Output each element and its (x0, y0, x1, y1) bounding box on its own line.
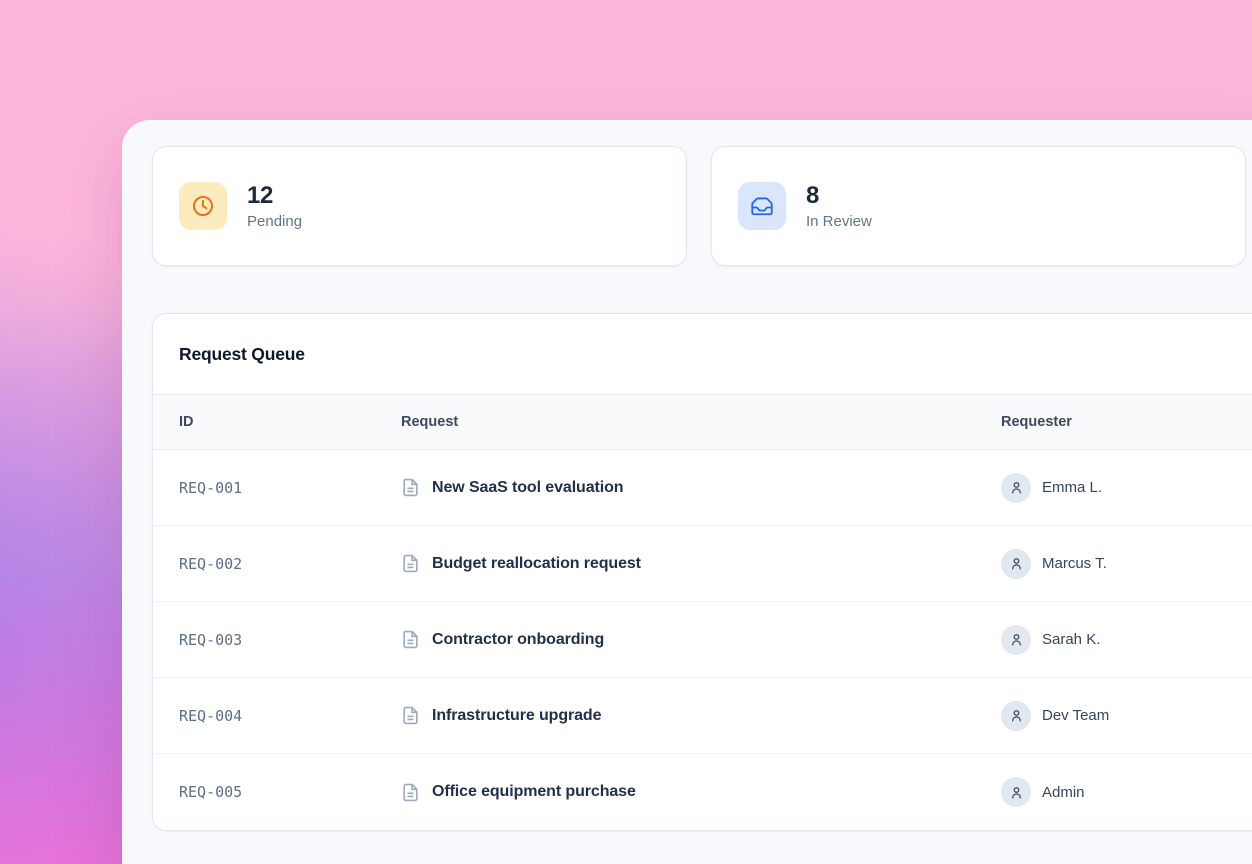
table-row[interactable]: REQ-004 Infrastructure upgrade Dev Team (153, 678, 1252, 754)
requester-name: Emma L. (1042, 479, 1102, 496)
requester-name: Dev Team (1042, 707, 1109, 724)
request-title-cell: Office equipment purchase (401, 783, 1001, 802)
requester-name: Marcus T. (1042, 555, 1107, 572)
requester-cell: Marcus T. (1001, 549, 1252, 579)
stats-row: 12 Pending 8 In Review (152, 146, 1246, 266)
requester-cell: Dev Team (1001, 701, 1252, 731)
user-avatar-icon (1001, 701, 1031, 731)
user-avatar-icon (1001, 625, 1031, 655)
request-id: REQ-002 (179, 555, 401, 573)
request-id: REQ-004 (179, 707, 401, 725)
request-title: Budget reallocation request (432, 555, 641, 573)
document-icon (401, 706, 420, 725)
table-title: Request Queue (179, 344, 305, 365)
dashboard-screen: { "colors": { "background_pink": "#fdb6d… (0, 0, 1252, 864)
pending-count: 12 (247, 182, 302, 210)
request-title: Infrastructure upgrade (432, 707, 601, 725)
stat-card-in-review: 8 In Review (711, 146, 1246, 266)
table-row[interactable]: REQ-002 Budget reallocation request Marc… (153, 526, 1252, 602)
request-title-cell: New SaaS tool evaluation (401, 478, 1001, 497)
stat-text: 8 In Review (806, 182, 872, 230)
user-avatar-icon (1001, 473, 1031, 503)
stat-text: 12 Pending (247, 182, 302, 230)
request-title: Office equipment purchase (432, 783, 636, 801)
request-title-cell: Infrastructure upgrade (401, 706, 1001, 725)
request-id: REQ-005 (179, 783, 401, 801)
requester-name: Admin (1042, 784, 1085, 801)
table-row[interactable]: REQ-001 New SaaS tool evaluation Emma L. (153, 450, 1252, 526)
in-review-count: 8 (806, 182, 872, 210)
requester-cell: Admin (1001, 777, 1252, 807)
table-row[interactable]: REQ-003 Contractor onboarding Sarah K. (153, 602, 1252, 678)
app-panel: 12 Pending 8 In Review Request Queue ID (122, 120, 1252, 864)
user-avatar-icon (1001, 777, 1031, 807)
clock-icon (179, 182, 227, 230)
in-review-label: In Review (806, 213, 872, 230)
table-title-bar: Request Queue (153, 314, 1252, 394)
table-body: REQ-001 New SaaS tool evaluation Emma L. (153, 450, 1252, 830)
request-title-cell: Contractor onboarding (401, 630, 1001, 649)
document-icon (401, 783, 420, 802)
requester-cell: Emma L. (1001, 473, 1252, 503)
request-queue-card: Request Queue ID Request Requester REQ-0… (152, 313, 1252, 831)
pending-label: Pending (247, 213, 302, 230)
request-id: REQ-003 (179, 631, 401, 649)
table-row[interactable]: REQ-005 Office equipment purchase Admin (153, 754, 1252, 830)
request-title: Contractor onboarding (432, 631, 604, 649)
user-avatar-icon (1001, 549, 1031, 579)
column-header-request: Request (401, 414, 1001, 430)
request-id: REQ-001 (179, 479, 401, 497)
requester-name: Sarah K. (1042, 631, 1100, 648)
document-icon (401, 478, 420, 497)
inbox-icon (738, 182, 786, 230)
request-title-cell: Budget reallocation request (401, 554, 1001, 573)
request-title: New SaaS tool evaluation (432, 479, 623, 497)
stat-card-pending: 12 Pending (152, 146, 687, 266)
column-header-id: ID (179, 414, 401, 430)
document-icon (401, 630, 420, 649)
document-icon (401, 554, 420, 573)
table-header-row: ID Request Requester (153, 394, 1252, 450)
requester-cell: Sarah K. (1001, 625, 1252, 655)
column-header-requester: Requester (1001, 414, 1252, 430)
